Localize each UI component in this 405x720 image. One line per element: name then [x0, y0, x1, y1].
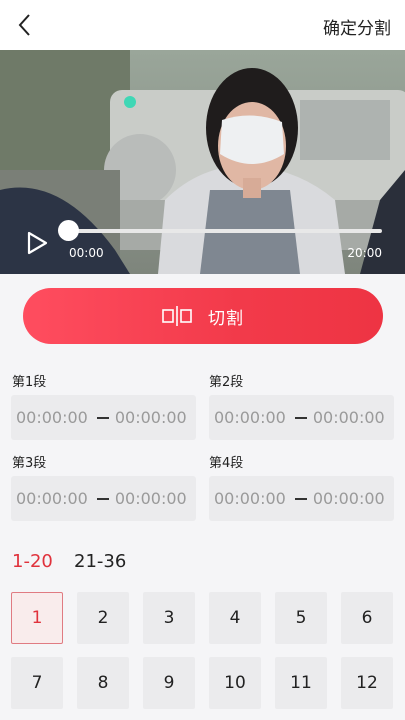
segment-3-range[interactable]: 00:00:00 00:00:00 [11, 476, 196, 521]
range-dash [96, 416, 109, 419]
segment-1-label: 第1段 [12, 375, 47, 390]
number-cell-9[interactable]: 9 [143, 657, 195, 709]
video-frame [0, 50, 405, 274]
number-cell-12[interactable]: 12 [341, 657, 393, 709]
play-button[interactable] [24, 230, 50, 256]
number-cell-1[interactable]: 1 [11, 592, 63, 644]
segment-4-label: 第4段 [209, 456, 244, 471]
segment-1-end: 00:00:00 [114, 408, 187, 427]
video-player[interactable]: 00:00 20:00 [0, 50, 405, 274]
range-dash [294, 497, 307, 500]
number-cell-4[interactable]: 4 [209, 592, 261, 644]
range-dash [294, 416, 307, 419]
segment-2-start: 00:00:00 [214, 408, 286, 427]
number-cell-6[interactable]: 6 [341, 592, 393, 644]
segment-2-end: 00:00:00 [312, 408, 385, 427]
total-time: 20:00 [347, 246, 382, 260]
segment-3-label: 第3段 [12, 456, 47, 471]
cut-button[interactable]: 切割 [23, 288, 383, 344]
segment-1-range[interactable]: 00:00:00 00:00:00 [11, 395, 196, 440]
segment-3-start: 00:00:00 [16, 489, 88, 508]
chevron-left-icon [18, 14, 30, 36]
number-cell-8[interactable]: 8 [77, 657, 129, 709]
split-icon [162, 306, 192, 326]
confirm-split-button[interactable]: 确定分割 [323, 14, 391, 39]
number-cell-2[interactable]: 2 [77, 592, 129, 644]
range-dash [96, 497, 109, 500]
progress-handle[interactable] [58, 220, 79, 241]
progress-track[interactable] [68, 229, 382, 233]
number-cell-11[interactable]: 11 [275, 657, 327, 709]
number-cell-3[interactable]: 3 [143, 592, 195, 644]
segment-2-range[interactable]: 00:00:00 00:00:00 [209, 395, 394, 440]
segment-4-range[interactable]: 00:00:00 00:00:00 [209, 476, 394, 521]
segment-4-end: 00:00:00 [312, 489, 385, 508]
segment-1-start: 00:00:00 [16, 408, 88, 427]
cut-button-label: 切割 [208, 308, 244, 329]
tab-range-1-20[interactable]: 1-20 [12, 551, 53, 572]
segment-4-start: 00:00:00 [214, 489, 286, 508]
current-time: 00:00 [69, 246, 104, 260]
segment-3-end: 00:00:00 [114, 489, 187, 508]
tab-range-21-36[interactable]: 21-36 [74, 551, 126, 572]
play-icon [27, 231, 48, 255]
top-bar: 确定分割 [0, 0, 405, 50]
number-cell-7[interactable]: 7 [11, 657, 63, 709]
number-cell-10[interactable]: 10 [209, 657, 261, 709]
back-button[interactable] [14, 12, 38, 38]
split-video-screen: 确定分割 00:00 20:00 切割 第1段 00:00:00 00:00:0… [0, 0, 405, 720]
segment-2-label: 第2段 [209, 375, 244, 390]
number-cell-5[interactable]: 5 [275, 592, 327, 644]
